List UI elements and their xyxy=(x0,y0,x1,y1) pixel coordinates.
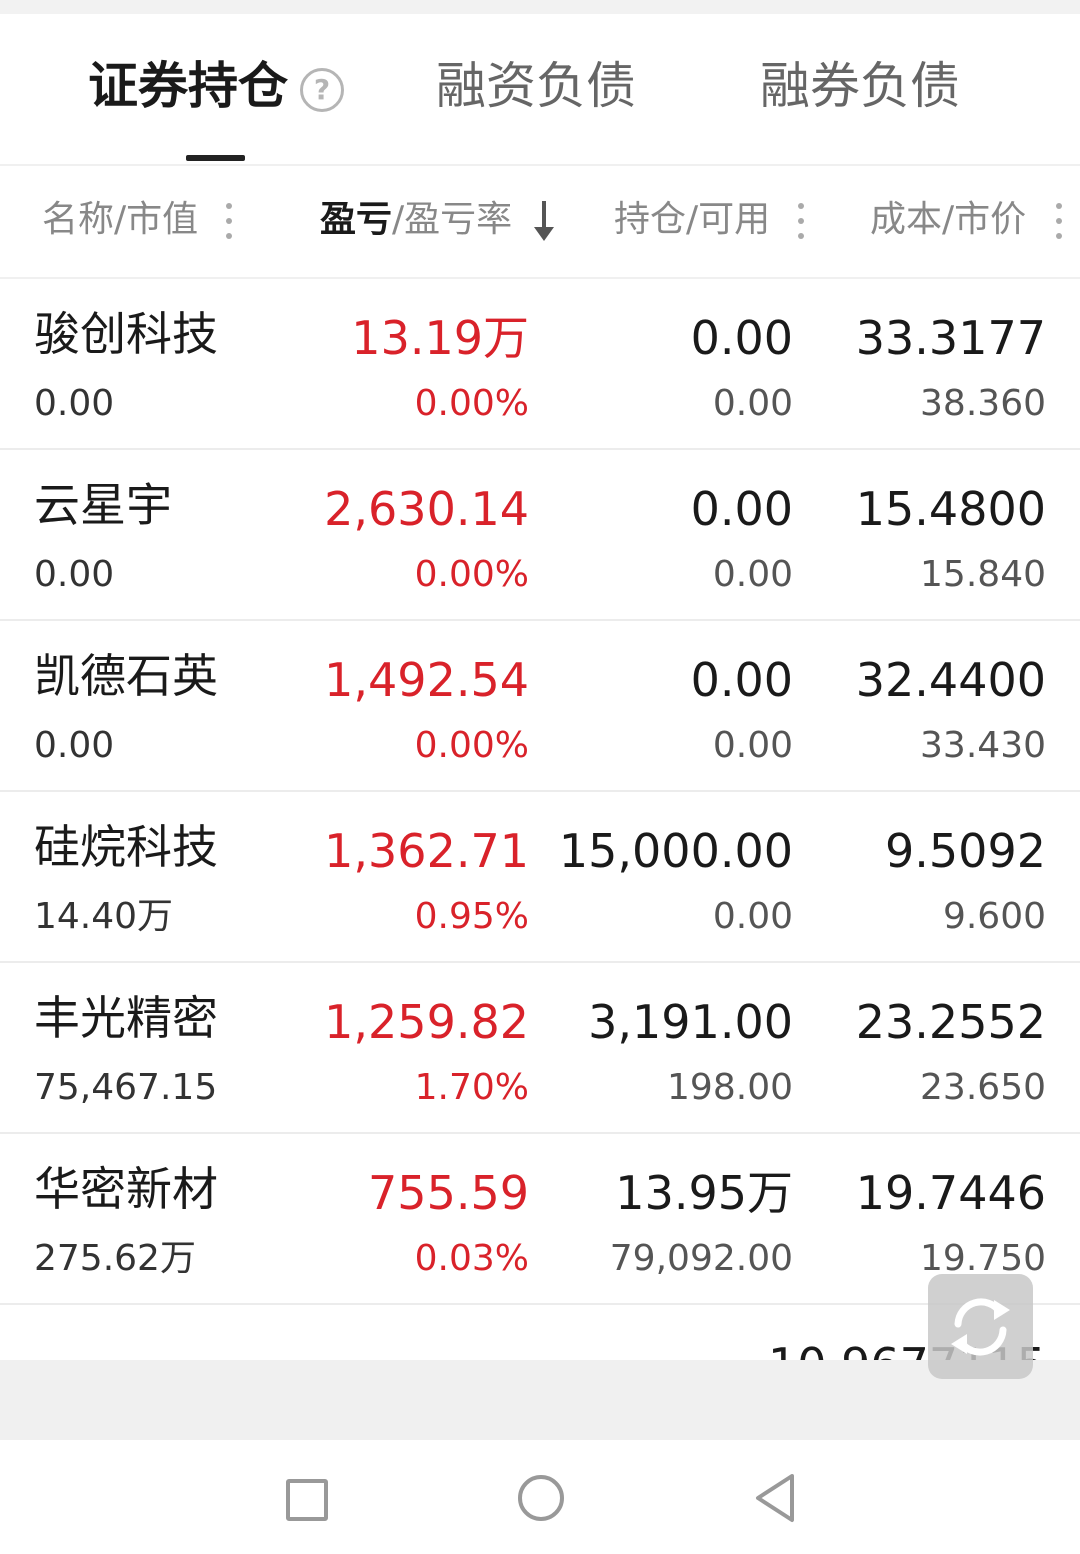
cost-price: 23.2552 xyxy=(855,995,1046,1049)
market-value: 0.00 xyxy=(34,383,115,424)
column-options-icon[interactable] xyxy=(226,203,232,239)
holding-row[interactable]: 硅烷科技 14.40万 1,362.71 0.95% 15,000.00 0.0… xyxy=(0,792,1080,963)
market-value: 275.62万 xyxy=(34,1238,196,1279)
profit-loss-rate: 0.00% xyxy=(414,383,529,424)
tab-securities-holdings[interactable]: 证券持仓 xyxy=(88,56,288,116)
available-qty: 198.00 xyxy=(667,1067,793,1108)
profit-loss-rate: 0.00% xyxy=(414,725,529,766)
profit-loss-rate: 0.03% xyxy=(414,1238,529,1279)
holding-qty: 0.00 xyxy=(690,482,793,536)
status-strip xyxy=(0,0,1080,14)
holding-row[interactable]: 云星宇 0.00 2,630.14 0.00% 0.00 0.00 15.480… xyxy=(0,450,1080,621)
refresh-button[interactable] xyxy=(928,1274,1033,1379)
recent-apps-icon[interactable] xyxy=(286,1479,328,1521)
help-icon[interactable]: ? xyxy=(300,68,344,112)
market-value: 14.40万 xyxy=(34,896,174,937)
cost-price: 19.7446 xyxy=(855,1166,1046,1220)
column-holding-available[interactable]: 持仓/可用 xyxy=(614,197,770,243)
profit-loss-rate: 0.00% xyxy=(414,554,529,595)
partially-visible-row[interactable]: 10.9677115 xyxy=(0,1308,1080,1360)
market-value: 0.00 xyxy=(34,725,115,766)
list-footer-area xyxy=(0,1360,1080,1440)
back-icon[interactable] xyxy=(752,1472,800,1524)
stock-name: 骏创科技 xyxy=(34,307,218,361)
holding-qty: 0.00 xyxy=(690,311,793,365)
stock-name: 云星宇 xyxy=(34,478,172,532)
holding-row[interactable]: 骏创科技 0.00 13.19万 0.00% 0.00 0.00 33.3177… xyxy=(0,279,1080,450)
app-screen: 证券持仓 ? 融资负债 融券负债 名称/市值 盈亏/盈亏率 持仓/可用 成本/市… xyxy=(0,0,1080,1554)
profit-loss: 1,492.54 xyxy=(324,653,529,707)
profit-loss-rate: 0.95% xyxy=(414,896,529,937)
profit-loss: 1,362.71 xyxy=(324,824,529,878)
cost-price: 33.3177 xyxy=(855,311,1046,365)
column-pnl-label: 盈亏 xyxy=(320,199,393,240)
refresh-icon xyxy=(951,1298,1010,1356)
market-price: 9.600 xyxy=(942,896,1046,937)
home-icon[interactable] xyxy=(518,1475,564,1521)
available-qty: 0.00 xyxy=(712,383,793,424)
column-name-market-value[interactable]: 名称/市值 xyxy=(42,197,198,243)
active-tab-indicator xyxy=(186,155,245,161)
holding-row[interactable]: 华密新材 275.62万 755.59 0.03% 13.95万 79,092.… xyxy=(0,1134,1080,1305)
column-header: 名称/市值 盈亏/盈亏率 持仓/可用 成本/市价 xyxy=(0,165,1080,279)
market-price: 38.360 xyxy=(920,383,1046,424)
tab-margin-financing-liabilities[interactable]: 融资负债 xyxy=(436,56,636,116)
profit-loss: 13.19万 xyxy=(351,311,529,365)
sort-desc-icon[interactable] xyxy=(534,201,554,243)
market-price: 33.430 xyxy=(920,725,1046,766)
column-options-icon[interactable] xyxy=(798,203,804,239)
tab-bar: 证券持仓 ? 融资负债 融券负债 xyxy=(0,14,1080,166)
cost-price: 9.5092 xyxy=(885,824,1046,878)
stock-name: 硅烷科技 xyxy=(34,820,218,874)
tab-securities-lending-liabilities[interactable]: 融券负债 xyxy=(760,56,960,116)
holding-row[interactable]: 丰光精密 75,467.15 1,259.82 1.70% 3,191.00 1… xyxy=(0,963,1080,1134)
available-qty: 79,092.00 xyxy=(609,1238,793,1279)
stock-name: 丰光精密 xyxy=(34,991,218,1045)
available-qty: 0.00 xyxy=(712,896,793,937)
market-price: 23.650 xyxy=(920,1067,1046,1108)
cost-price: 15.4800 xyxy=(855,482,1046,536)
available-qty: 0.00 xyxy=(712,554,793,595)
holding-qty: 13.95万 xyxy=(615,1166,793,1220)
holding-row[interactable]: 凯德石英 0.00 1,492.54 0.00% 0.00 0.00 32.44… xyxy=(0,621,1080,792)
cost-price: 32.4400 xyxy=(855,653,1046,707)
market-value: 0.00 xyxy=(34,554,115,595)
column-pnl-rate-label: /盈亏率 xyxy=(392,199,513,240)
market-value: 75,467.15 xyxy=(34,1067,218,1108)
column-cost-price[interactable]: 成本/市价 xyxy=(870,197,1026,243)
profit-loss: 755.59 xyxy=(368,1166,529,1220)
stock-name: 华密新材 xyxy=(34,1162,218,1216)
stock-name: 凯德石英 xyxy=(34,649,218,703)
profit-loss-rate: 1.70% xyxy=(414,1067,529,1108)
system-navigation-bar xyxy=(0,1440,1080,1554)
available-qty: 0.00 xyxy=(712,725,793,766)
holding-qty: 0.00 xyxy=(690,653,793,707)
profit-loss: 1,259.82 xyxy=(324,995,529,1049)
column-pnl-rate[interactable]: 盈亏/盈亏率 xyxy=(320,197,512,243)
column-options-icon[interactable] xyxy=(1056,203,1062,239)
market-price: 15.840 xyxy=(920,554,1046,595)
holding-qty: 15,000.00 xyxy=(558,824,793,878)
holding-qty: 3,191.00 xyxy=(588,995,793,1049)
profit-loss: 2,630.14 xyxy=(324,482,529,536)
holdings-list: 骏创科技 0.00 13.19万 0.00% 0.00 0.00 33.3177… xyxy=(0,279,1080,1305)
